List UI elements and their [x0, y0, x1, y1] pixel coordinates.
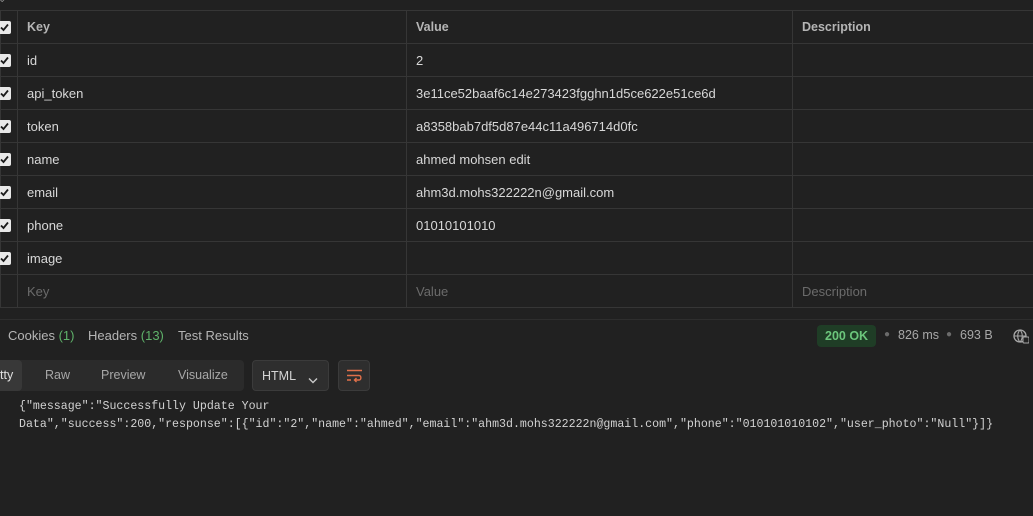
tab-pretty-label: tty	[0, 368, 14, 382]
chevron-down-icon	[308, 372, 318, 387]
param-key[interactable]: api_token	[17, 76, 407, 110]
param-description[interactable]	[792, 109, 1033, 143]
param-description[interactable]	[792, 76, 1033, 110]
tab-headers-count: (13)	[140, 328, 164, 343]
new-param-row: Key Value Description	[0, 274, 1033, 308]
table-row: api_token 3e11ce52baaf6c14e273423fgghn1d…	[0, 76, 1033, 110]
tab-raw[interactable]: Raw	[45, 368, 70, 382]
param-description[interactable]	[792, 175, 1033, 209]
new-key-input[interactable]: Key	[17, 274, 407, 308]
row-checkbox[interactable]	[0, 86, 11, 100]
view-mode-group: tty Raw Preview Visualize	[0, 360, 244, 391]
table-row: image	[0, 241, 1033, 275]
table-header-row: Key Value Description	[0, 10, 1033, 44]
param-key[interactable]: token	[17, 109, 407, 143]
param-value[interactable]: ahm3d.mohs322222n@gmail.com	[406, 175, 793, 209]
response-body[interactable]: {"message":"Successfully Update Your Data…	[19, 398, 1033, 434]
param-description[interactable]	[792, 142, 1033, 176]
select-all-cell[interactable]	[0, 10, 18, 44]
separator-dot: ●	[946, 329, 953, 340]
param-value[interactable]	[406, 241, 793, 275]
new-description-input[interactable]: Description	[792, 274, 1033, 308]
param-description[interactable]	[792, 208, 1033, 242]
response-body-line: {"message":"Successfully Update Your	[19, 400, 270, 413]
param-value[interactable]: 01010101010	[406, 208, 793, 242]
globe-icon[interactable]	[1013, 328, 1030, 344]
param-key[interactable]: id	[17, 43, 407, 77]
key-column-header: Key	[17, 10, 407, 44]
param-key[interactable]: image	[17, 241, 407, 275]
row-checkbox[interactable]	[0, 185, 11, 199]
table-row: email ahm3d.mohs322222n@gmail.com	[0, 175, 1033, 209]
param-key[interactable]: email	[17, 175, 407, 209]
response-time[interactable]: 826 ms	[898, 328, 939, 342]
row-checkbox[interactable]	[0, 218, 11, 232]
table-row: token a8358bab7df5d87e44c11a496714d0fc	[0, 109, 1033, 143]
format-select-value: HTML	[262, 369, 297, 383]
response-tab-bar: Cookies (1) Headers (13) Test Results 20…	[0, 319, 1033, 354]
collapse-row: ⌄	[0, 0, 1033, 10]
row-checkbox[interactable]	[0, 152, 11, 166]
chevron-down-icon[interactable]: ⌄	[0, 0, 6, 5]
tab-cookies-label: Cookies	[8, 328, 55, 343]
wrap-lines-button[interactable]	[338, 360, 370, 391]
params-table: Key Value Description id 2 api_token 3e1…	[0, 10, 1033, 308]
tab-test-results[interactable]: Test Results	[178, 328, 249, 343]
new-value-input[interactable]: Value	[406, 274, 793, 308]
tab-preview[interactable]: Preview	[101, 368, 145, 382]
param-value[interactable]: ahmed mohsen edit	[406, 142, 793, 176]
select-all-checkbox[interactable]	[0, 20, 11, 34]
response-size[interactable]: 693 B	[960, 328, 993, 342]
param-value[interactable]: 2	[406, 43, 793, 77]
row-checkbox[interactable]	[0, 119, 11, 133]
row-checkbox[interactable]	[0, 251, 11, 265]
param-value[interactable]: 3e11ce52baaf6c14e273423fgghn1d5ce622e51c…	[406, 76, 793, 110]
param-description[interactable]	[792, 43, 1033, 77]
separator-dot: ●	[884, 329, 891, 340]
param-value[interactable]: a8358bab7df5d87e44c11a496714d0fc	[406, 109, 793, 143]
param-description[interactable]	[792, 241, 1033, 275]
tab-headers[interactable]: Headers (13)	[88, 328, 164, 343]
status-badge[interactable]: 200 OK	[817, 325, 877, 347]
table-row: name ahmed mohsen edit	[0, 142, 1033, 176]
table-row: id 2	[0, 43, 1033, 77]
tab-visualize[interactable]: Visualize	[178, 368, 228, 382]
tab-pretty[interactable]: tty	[0, 360, 22, 391]
format-select[interactable]: HTML	[252, 360, 329, 391]
param-key[interactable]: name	[17, 142, 407, 176]
tab-headers-label: Headers	[88, 328, 138, 343]
param-key[interactable]: phone	[17, 208, 407, 242]
table-row: phone 01010101010	[0, 208, 1033, 242]
response-body-line: Data","success":200,"response":[{"id":"2…	[19, 418, 994, 431]
row-checkbox[interactable]	[0, 53, 11, 67]
tab-cookies[interactable]: Cookies (1)	[8, 328, 74, 343]
value-column-header: Value	[406, 10, 793, 44]
tab-cookies-count: (1)	[58, 328, 75, 343]
description-column-header: Description	[792, 10, 1033, 44]
